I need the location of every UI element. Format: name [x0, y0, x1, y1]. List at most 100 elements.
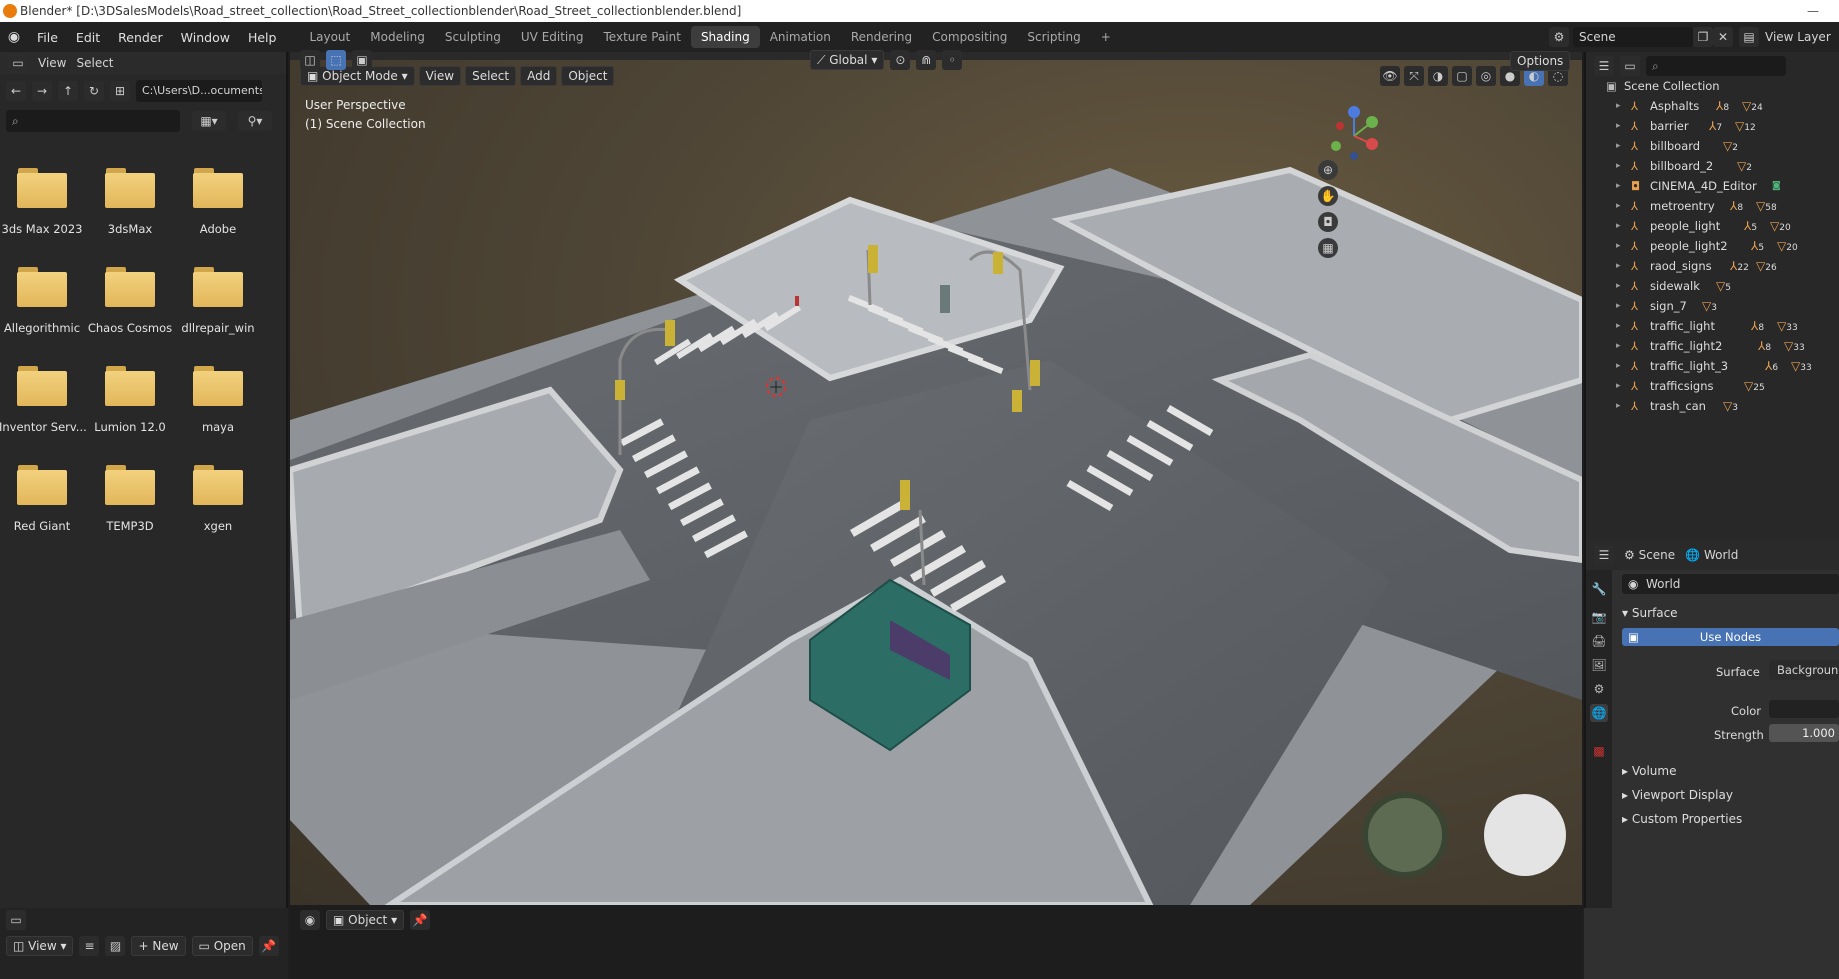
expand-arrow-icon[interactable]: ▸ — [1616, 296, 1621, 316]
tab-shading[interactable]: Shading — [690, 26, 760, 48]
strength-field[interactable]: 1.000 — [1769, 724, 1839, 742]
fb-select-menu[interactable]: Select — [76, 56, 113, 70]
expand-arrow-icon[interactable]: ▸ — [1616, 356, 1621, 376]
color-swatch[interactable] — [1769, 700, 1839, 718]
output-tab-icon[interactable]: 🖨 — [1590, 632, 1608, 650]
expand-arrow-icon[interactable]: ▸ — [1616, 336, 1621, 356]
back-arrow-icon[interactable]: ← — [6, 81, 26, 101]
pin-icon[interactable]: 📌 — [410, 910, 431, 930]
expand-arrow-icon[interactable]: ▸ — [1616, 136, 1621, 156]
folder-item[interactable]: dllrepair_win — [175, 267, 261, 335]
outliner-item[interactable]: ▸ ⅄ people_light ⅄5 ▽20 — [1586, 216, 1839, 236]
tab-layout[interactable]: Layout — [299, 26, 360, 48]
forward-arrow-icon[interactable]: → — [32, 81, 52, 101]
menu-window[interactable]: Window — [172, 30, 239, 45]
blender-menu-icon[interactable]: ◉ — [0, 29, 28, 45]
mesh-count-badge[interactable]: ▽33 — [1777, 316, 1798, 338]
menu-lines-icon[interactable]: ≡ — [79, 936, 100, 956]
outliner-item[interactable]: ▸ ⅄ billboard_2 ▽2 — [1586, 156, 1839, 176]
outliner-item[interactable]: ▸ ◘ CINEMA_4D_Editor ◙ — [1586, 176, 1839, 196]
folder-item[interactable]: Red Giant — [0, 465, 85, 533]
surface-shader-field[interactable]: Background — [1769, 660, 1839, 680]
folder-item[interactable]: Chaos Cosmos — [87, 267, 173, 335]
mesh-count-badge[interactable]: ▽2 — [1737, 156, 1752, 178]
outliner-item[interactable]: ▸ ⅄ Asphalts ⅄8 ▽24 — [1586, 96, 1839, 116]
expand-arrow-icon[interactable]: ▸ — [1616, 236, 1621, 256]
folder-item[interactable]: maya — [175, 366, 261, 434]
outliner-search-input[interactable]: ⌕ — [1646, 56, 1786, 76]
minimize-icon[interactable]: — — [1807, 0, 1819, 22]
expand-arrow-icon[interactable]: ▸ — [1616, 176, 1621, 196]
select-mode-icon[interactable]: ▣ — [352, 50, 372, 70]
child-count-badge[interactable]: ⅄5 — [1744, 216, 1757, 238]
view-layer-field[interactable]: View Layer — [1759, 27, 1839, 47]
vp-menu-add[interactable]: Add — [520, 66, 558, 86]
new-image-button[interactable]: + New — [131, 936, 186, 956]
view-layer-tab-icon[interactable]: 🖼 — [1590, 656, 1608, 674]
folder-item[interactable]: Adobe — [175, 168, 261, 236]
xray-icon[interactable]: ▢ — [1452, 66, 1472, 86]
outliner-item[interactable]: ▸ ⅄ barrier ⅄7 ▽12 — [1586, 116, 1839, 136]
outliner-item[interactable]: ▸ ⅄ sign_7 ▽3 — [1586, 296, 1839, 316]
fb-search-input[interactable]: ⌕ — [6, 110, 180, 132]
menu-file[interactable]: File — [28, 30, 67, 45]
proportional-icon[interactable]: ◦ — [942, 50, 963, 70]
outliner-item[interactable]: ▸ ⅄ metroentry ⅄8 ▽58 — [1586, 196, 1839, 216]
menu-render[interactable]: Render — [109, 30, 172, 45]
outliner-item[interactable]: ▸ ⅄ trafficsigns ▽25 — [1586, 376, 1839, 396]
pin-icon[interactable]: 📌 — [258, 936, 279, 956]
mesh-count-badge[interactable]: ▽3 — [1702, 296, 1717, 318]
folder-item[interactable]: 3ds Max 2023 — [0, 168, 85, 236]
folder-item[interactable]: 3dsMax — [87, 168, 173, 236]
child-count-badge[interactable]: ⅄7 — [1709, 116, 1722, 138]
snap-icon[interactable]: ⋒ — [916, 50, 937, 70]
child-count-badge[interactable]: ⅄8 — [1716, 96, 1729, 118]
zoom-icon[interactable]: ⊕ — [1318, 160, 1338, 180]
outliner-item[interactable]: ▸ ⅄ billboard ▽2 — [1586, 136, 1839, 156]
pivot-icon[interactable]: ⊙ — [890, 50, 911, 70]
child-count-badge[interactable]: ⅄8 — [1730, 196, 1743, 218]
wireframe-shading-icon[interactable]: ◎ — [1476, 66, 1496, 86]
tab-scripting[interactable]: Scripting — [1017, 26, 1090, 48]
image-view-menu[interactable]: ◫ View ▾ — [6, 936, 74, 956]
surface-panel-header[interactable]: ▾ Surface — [1622, 606, 1678, 620]
tab-compositing[interactable]: Compositing — [922, 26, 1017, 48]
vp-menu-object[interactable]: Object — [561, 66, 615, 86]
scene-icon[interactable]: ⚙ — [1549, 27, 1569, 47]
menu-help[interactable]: Help — [239, 30, 286, 45]
tab-texture-paint[interactable]: Texture Paint — [594, 26, 691, 48]
open-image-button[interactable]: ▭ Open — [191, 936, 253, 956]
mesh-count-badge[interactable]: ▽58 — [1756, 196, 1777, 218]
outliner-type-icon[interactable]: ☰ — [1594, 56, 1614, 76]
menu-edit[interactable]: Edit — [67, 30, 109, 45]
scene-tab-label[interactable]: ⚙ Scene — [1624, 548, 1675, 562]
texture-tab-icon[interactable]: ▩ — [1590, 742, 1608, 760]
child-count-badge[interactable]: ⅄6 — [1765, 356, 1778, 378]
fb-view-menu[interactable]: View — [38, 56, 66, 70]
outliner-item[interactable]: ▸ ⅄ traffic_light ⅄8 ▽33 — [1586, 316, 1839, 336]
outliner-item[interactable]: ▸ ⅄ raod_signs ⅄22 ▽26 — [1586, 256, 1839, 276]
scene-tab-icon[interactable]: ⚙ — [1590, 680, 1608, 698]
render-tab-icon[interactable]: 📷 — [1590, 608, 1608, 626]
world-name-field[interactable]: ◉ World — [1622, 574, 1839, 594]
use-nodes-button[interactable]: ▣ Use Nodes — [1622, 628, 1839, 646]
expand-arrow-icon[interactable]: ▸ — [1616, 396, 1621, 416]
vp-menu-view[interactable]: View — [418, 66, 462, 86]
outliner-item[interactable]: ▸ ⅄ traffic_light_3 ⅄6 ▽33 — [1586, 356, 1839, 376]
mesh-count-badge[interactable]: ▽2 — [1723, 136, 1738, 158]
mesh-count-badge[interactable]: ▽33 — [1791, 356, 1812, 378]
shader-object-dropdown[interactable]: ▣ Object ▾ — [326, 910, 405, 930]
camera-icon[interactable]: ◘ — [1318, 212, 1338, 232]
child-count-badge[interactable]: ⅄22 — [1730, 256, 1749, 278]
visibility-icon[interactable]: 👁 — [1380, 66, 1400, 86]
custom-properties-panel-header[interactable]: ▸ Custom Properties — [1622, 812, 1742, 826]
overlay-icon[interactable]: ◑ — [1428, 66, 1448, 86]
world-tab-label[interactable]: 🌐 World — [1685, 548, 1738, 562]
folder-item[interactable]: Allegorithmic — [0, 267, 85, 335]
mesh-count-badge[interactable]: ▽3 — [1723, 396, 1738, 418]
refresh-icon[interactable]: ↻ — [84, 81, 104, 101]
volume-panel-header[interactable]: ▸ Volume — [1622, 764, 1676, 778]
tab-modeling[interactable]: Modeling — [360, 26, 435, 48]
select-tool-icon[interactable]: ⬚ — [326, 50, 346, 70]
expand-arrow-icon[interactable]: ▸ — [1616, 156, 1621, 176]
